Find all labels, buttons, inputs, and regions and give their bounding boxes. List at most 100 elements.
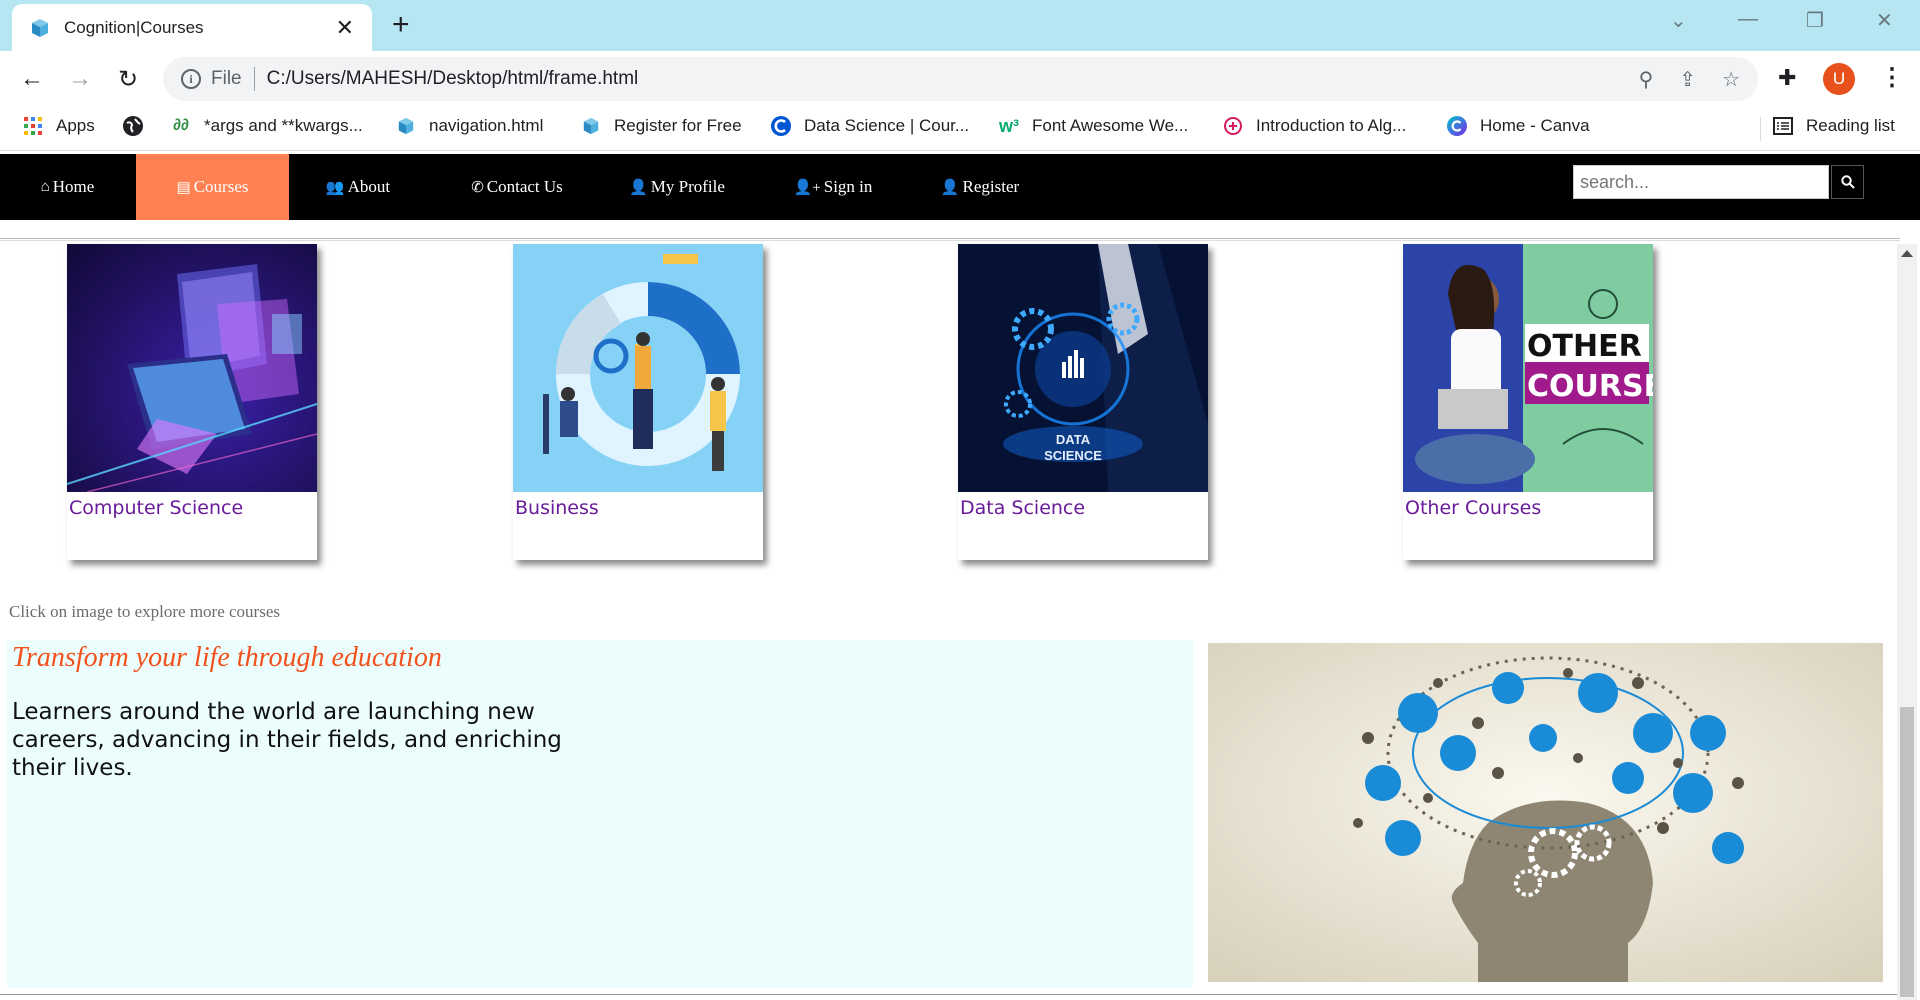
course-card-computer-science[interactable]: Computer Science <box>67 244 317 560</box>
page-favicon-icon <box>32 18 48 37</box>
bookmark-label: Register for Free <box>614 116 742 135</box>
book-icon: ▤ <box>176 179 191 196</box>
page-scrollbar[interactable] <box>1897 244 1917 1000</box>
bookmark-args-kwargs[interactable]: ∂∂ *args and **kwargs... <box>170 115 363 137</box>
address-bar[interactable]: i File C:/Users/MAHESH/Desktop/html/fram… <box>163 57 1758 101</box>
bookmarks-bar: Apps ∂∂ *args and **kwargs... navigation… <box>0 107 1920 151</box>
url-scheme: File <box>211 68 242 89</box>
bookmark-navigation[interactable]: navigation.html <box>395 115 543 137</box>
canva-icon <box>1446 115 1468 137</box>
new-tab-icon[interactable]: + <box>392 10 410 40</box>
nav-about[interactable]: 👥 About <box>289 154 427 220</box>
tab-search-icon[interactable]: ⌄ <box>1670 8 1687 33</box>
brain-illustration <box>1208 643 1883 982</box>
reading-list-icon <box>1772 115 1794 137</box>
tab-close-icon[interactable]: ✕ <box>336 16 354 39</box>
apps-grid-icon <box>22 115 44 137</box>
reading-list-button[interactable]: Reading list <box>1772 115 1895 137</box>
nav-my-profile[interactable]: 👤 My Profile <box>607 154 747 220</box>
html-file-icon <box>395 115 417 137</box>
course-card-business[interactable]: Business <box>513 244 763 560</box>
site-info-icon[interactable]: i <box>181 69 201 89</box>
c-logo-icon <box>770 115 792 137</box>
nav-home-label: Home <box>52 177 95 196</box>
bookmark-canva[interactable]: Home - Canva <box>1446 115 1590 137</box>
home-icon: ⌂ <box>40 178 50 195</box>
bookmark-apps[interactable]: Apps <box>22 115 95 137</box>
geeksforgeeks-icon: ∂∂ <box>173 117 189 134</box>
bookmark-label: Data Science | Cour... <box>804 116 970 135</box>
bookmark-intro-algorithms[interactable]: Introduction to Alg... <box>1222 115 1406 137</box>
course-label[interactable]: Data Science <box>960 497 1085 519</box>
nav-sign-in-label: Sign in <box>823 177 873 196</box>
nav-courses-label: Courses <box>193 177 249 196</box>
promo-body: Learners around the world are launching … <box>12 699 562 781</box>
course-label[interactable]: Other Courses <box>1405 497 1541 519</box>
scroll-up-arrow-icon[interactable] <box>1901 250 1913 257</box>
extensions-puzzle-icon[interactable]: ✚ <box>1778 65 1796 91</box>
bottom-divider <box>0 994 1900 995</box>
bookmark-label: Apps <box>56 116 95 135</box>
page-viewport: ⌂ Home ▤ Courses 👥 About ✆ Contact Us 👤 … <box>0 152 1920 1000</box>
reload-icon[interactable]: ↻ <box>112 63 144 95</box>
close-window-icon[interactable]: ✕ <box>1876 8 1893 33</box>
user-plus-icon: 👤+ <box>793 179 821 196</box>
phone-icon: ✆ <box>471 179 484 196</box>
nav-courses[interactable]: ▤ Courses <box>136 154 289 220</box>
w3schools-icon: w³ <box>999 115 1019 136</box>
reading-list-label: Reading list <box>1806 116 1895 135</box>
browser-tab-strip: Cognition|Courses ✕ + ⌄ — ❐ ✕ <box>0 0 1920 51</box>
course-label[interactable]: Business <box>515 497 599 519</box>
course-card-data-science[interactable]: DATA SCIENCE Data Science <box>958 244 1208 560</box>
url-text[interactable]: C:/Users/MAHESH/Desktop/html/frame.html <box>267 68 1613 90</box>
bookmark-label: Home - Canva <box>1480 116 1590 135</box>
other-courses-image-text-2: COURSES <box>1527 369 1653 404</box>
user-icon: 👤 <box>629 179 648 196</box>
back-icon[interactable]: ← <box>16 63 48 95</box>
search-button[interactable] <box>1831 165 1864 199</box>
bookmark-separator <box>1760 117 1761 141</box>
share-icon[interactable]: ⇪ <box>1679 67 1696 92</box>
restore-icon[interactable]: ❐ <box>1806 8 1824 33</box>
browser-menu-icon[interactable]: ⋮ <box>1880 63 1904 92</box>
forward-icon[interactable]: → <box>64 63 96 95</box>
divider <box>0 238 1900 241</box>
nav-home[interactable]: ⌂ Home <box>0 154 135 220</box>
nav-register-label: Register <box>962 177 1020 196</box>
tab-title: Cognition|Courses <box>64 17 204 37</box>
data-science-image[interactable]: DATA SCIENCE <box>958 244 1208 492</box>
bookmark-star-icon[interactable]: ☆ <box>1722 67 1740 92</box>
minimize-icon[interactable]: — <box>1738 8 1758 31</box>
nav-sign-in[interactable]: 👤+ Sign in <box>763 154 903 220</box>
html-file-icon <box>580 115 602 137</box>
nav-contact[interactable]: ✆ Contact Us <box>427 154 607 220</box>
profile-avatar[interactable]: U <box>1823 63 1855 95</box>
globe-icon <box>122 115 144 137</box>
user-icon: 👤 <box>940 179 960 196</box>
business-image[interactable] <box>513 244 763 492</box>
users-icon: 👥 <box>325 179 345 196</box>
bookmark-label: Introduction to Alg... <box>1256 116 1407 135</box>
zoom-icon[interactable]: ⚲ <box>1639 67 1654 92</box>
other-courses-image[interactable]: OTHER COURSES <box>1403 244 1653 492</box>
bookmark-register[interactable]: Register for Free <box>580 115 742 137</box>
bookmark-globe[interactable] <box>122 115 156 137</box>
bookmark-label: *args and **kwargs... <box>204 116 363 135</box>
browser-tab[interactable]: Cognition|Courses ✕ <box>12 4 372 51</box>
bookmark-data-science[interactable]: Data Science | Cour... <box>770 115 969 137</box>
explore-hint: Click on image to explore more courses <box>9 602 280 621</box>
search-input[interactable] <box>1573 165 1829 199</box>
other-courses-image-text-1: OTHER <box>1527 329 1642 364</box>
site-navbar: ⌂ Home ▤ Courses 👥 About ✆ Contact Us 👤 … <box>0 154 1920 220</box>
course-card-other-courses[interactable]: OTHER COURSES Other Courses <box>1403 244 1653 560</box>
bookmark-label: Font Awesome We... <box>1032 116 1189 135</box>
nav-about-label: About <box>347 177 391 196</box>
scrollbar-thumb[interactable] <box>1900 707 1914 997</box>
bookmark-label: navigation.html <box>429 116 544 135</box>
computer-science-image[interactable] <box>67 244 317 492</box>
promo-section: Transform your life through education Le… <box>7 640 1193 988</box>
bookmark-font-awesome[interactable]: w³ Font Awesome We... <box>998 115 1188 137</box>
nav-register[interactable]: 👤 Register <box>910 154 1050 220</box>
course-label[interactable]: Computer Science <box>69 497 243 519</box>
promo-title: Transform your life through education <box>12 642 442 673</box>
